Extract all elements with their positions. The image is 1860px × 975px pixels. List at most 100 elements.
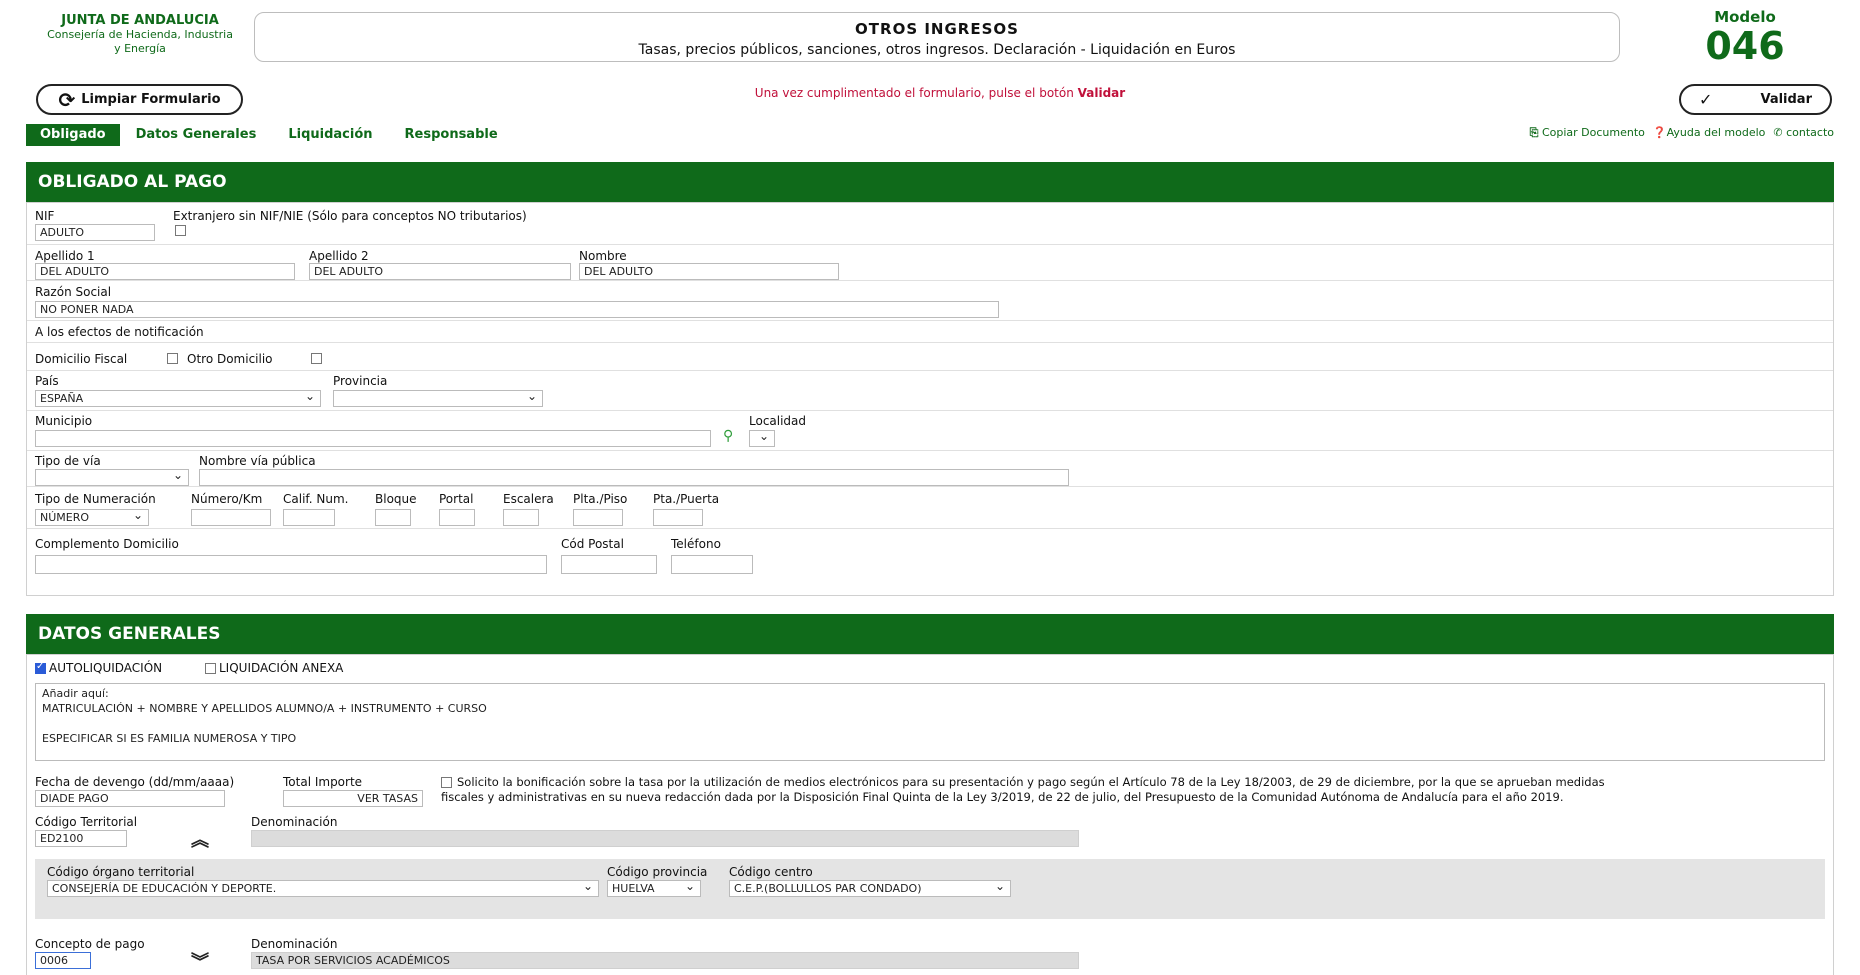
centro-select[interactable]: C.E.P.(BOLLULLOS PAR CONDADO) (729, 880, 1011, 897)
section-obligado-header: OBLIGADO AL PAGO (26, 162, 1834, 202)
notice-text: Una vez cumplimentado el formulario, pul… (754, 86, 1074, 100)
razon-row: Razón Social NO PONER NADA (27, 281, 1833, 321)
numero-input[interactable] (191, 509, 271, 526)
portal-input[interactable] (439, 509, 475, 526)
autoliquidacion-label: AUTOLIQUIDACIÓN (49, 661, 163, 675)
codigo-territorial-input[interactable]: ED2100 (35, 830, 127, 847)
bloque-input[interactable] (375, 509, 411, 526)
validate-label: Validar (1760, 92, 1812, 107)
pais-select[interactable]: ESPAÑA (35, 390, 321, 407)
numeracion-row: Tipo de Numeración NÚMERO Número/Km Cali… (27, 487, 1833, 529)
nif-row: NIF ADULTO Extranjero sin NIF/NIE (Sólo … (27, 203, 1833, 245)
liquidacion-anexa-label: LIQUIDACIÓN ANEXA (219, 661, 344, 675)
telefono-input[interactable] (671, 555, 753, 574)
pais-row: País ESPAÑA Provincia (27, 371, 1833, 411)
fecha-devengo-input[interactable]: DIADE PAGO (35, 790, 225, 807)
municipio-input[interactable] (35, 430, 711, 447)
clear-form-label: Limpiar Formulario (81, 92, 221, 107)
nif-input[interactable]: ADULTO (35, 224, 155, 241)
nombre-via-input[interactable] (199, 469, 1069, 486)
chevron-down-icon[interactable]: ︾ (191, 948, 209, 974)
bloque-label: Bloque (375, 492, 417, 506)
domicilio-fiscal-label: Domicilio Fiscal (35, 352, 128, 366)
localidad-select[interactable] (749, 430, 775, 447)
domicilio-fiscal-checkbox[interactable] (167, 353, 178, 364)
apellido2-input[interactable]: DEL ADULTO (309, 263, 571, 280)
search-municipio-icon[interactable]: ⚲ (723, 428, 733, 444)
planta-input[interactable] (573, 509, 623, 526)
help-label: Ayuda del modelo (1666, 126, 1766, 139)
notice-bold: Validar (1077, 86, 1126, 100)
municipio-label: Municipio (35, 414, 93, 428)
organo-select[interactable]: CONSEJERÍA DE EDUCACIÓN Y DEPORTE. (47, 880, 599, 897)
contact-link[interactable]: ✆ contacto (1773, 126, 1834, 140)
denominacion-label: Denominación (251, 815, 338, 829)
tipo-via-select[interactable] (35, 469, 189, 486)
help-link[interactable]: ❓Ayuda del modelo (1653, 126, 1765, 140)
organo-panel: Código órgano territorial CONSEJERÍA DE … (35, 859, 1825, 919)
concepto-pago-input[interactable]: 0006 (35, 952, 91, 969)
logo-subtitle-2: y Energía (114, 42, 166, 55)
domicilio-row: Domicilio Fiscal Otro Domicilio (27, 343, 1833, 371)
planta-label: Plta./Piso (573, 492, 628, 506)
localidad-label: Localidad (749, 414, 807, 428)
nombre-input[interactable]: DEL ADULTO (579, 263, 839, 280)
tipo-numeracion-select[interactable]: NÚMERO (35, 509, 149, 526)
tab-bar: Obligado Datos Generales Liquidación Res… (26, 124, 514, 146)
nombre-via-label: Nombre vía pública (199, 454, 316, 468)
validate-button[interactable]: ✓ Validar (1679, 84, 1832, 115)
razon-input[interactable]: NO PONER NADA (35, 301, 999, 318)
razon-label: Razón Social (35, 285, 112, 299)
tab-liquidacion[interactable]: Liquidación (272, 124, 388, 146)
extranjero-label: Extranjero sin NIF/NIE (Sólo para concep… (173, 209, 527, 223)
calif-label: Calif. Num. (283, 492, 349, 506)
tab-responsable[interactable]: Responsable (389, 124, 514, 146)
refresh-icon: ⟳ (58, 87, 76, 112)
clear-form-button[interactable]: ⟳ Limpiar Formulario (36, 84, 243, 115)
denominacion-territorial-input (251, 830, 1079, 847)
autoliquidacion-checkbox[interactable] (35, 661, 46, 674)
logo-subtitle: Consejería de Hacienda, Industria (47, 28, 233, 41)
page-title: OTROS INGRESOS (855, 20, 1019, 38)
cp-input[interactable] (561, 555, 657, 574)
apellido1-input[interactable]: DEL ADULTO (35, 263, 295, 280)
tab-obligado[interactable]: Obligado (26, 124, 120, 146)
centro-label: Código centro (729, 865, 813, 879)
otro-domicilio-label: Otro Domicilio (187, 352, 273, 366)
copy-icon: ⎘ (1529, 126, 1539, 139)
description-textarea[interactable]: Añadir aquí: MATRICULACIÓN + NOMBRE Y AP… (35, 683, 1825, 761)
puerta-input[interactable] (653, 509, 703, 526)
codigo-territorial-label: Código Territorial (35, 815, 138, 829)
denominacion-concepto-label: Denominación (251, 937, 338, 951)
liquidacion-anexa-checkbox[interactable] (205, 663, 216, 674)
escalera-input[interactable] (503, 509, 539, 526)
chevron-up-icon[interactable]: ︽ (191, 826, 209, 852)
notif-label: A los efectos de notificación (35, 325, 204, 339)
otro-domicilio-checkbox[interactable] (311, 353, 322, 364)
denominacion-concepto-input: TASA POR SERVICIOS ACADÉMICOS (251, 952, 1079, 969)
numero-label: Número/Km (191, 492, 263, 506)
complemento-row: Complemento Domicilio Cód Postal Teléfon… (27, 529, 1833, 595)
total-importe-input[interactable]: VER TASAS (283, 790, 423, 807)
puerta-label: Pta./Puerta (653, 492, 720, 506)
notif-row: A los efectos de notificación (27, 321, 1833, 343)
provincia-codigo-select[interactable]: HUELVA (607, 880, 701, 897)
total-importe-label: Total Importe (283, 775, 363, 789)
bonificacion-checkbox[interactable] (441, 777, 452, 788)
help-icon: ❓ (1652, 126, 1667, 139)
escalera-label: Escalera (503, 492, 554, 506)
logo-title: JUNTA DE ANDALUCIA (61, 13, 219, 28)
organo-label: Código órgano territorial (47, 865, 195, 879)
municipio-row: Municipio ⚲ Localidad (27, 411, 1833, 451)
tipo-via-label: Tipo de vía (35, 454, 101, 468)
fecha-devengo-label: Fecha de devengo (dd/mm/aaaa) (35, 775, 235, 789)
calif-input[interactable] (283, 509, 335, 526)
complemento-input[interactable] (35, 555, 547, 574)
copy-document-link[interactable]: ⎘ Copiar Documento (1530, 126, 1645, 140)
tipo-numeracion-label: Tipo de Numeración (35, 492, 156, 506)
tab-datos-generales[interactable]: Datos Generales (120, 124, 273, 146)
copy-document-label: Copiar Documento (1541, 126, 1645, 139)
provincia-label: Provincia (333, 374, 388, 388)
provincia-select[interactable] (333, 390, 543, 407)
extranjero-checkbox[interactable] (175, 225, 186, 236)
